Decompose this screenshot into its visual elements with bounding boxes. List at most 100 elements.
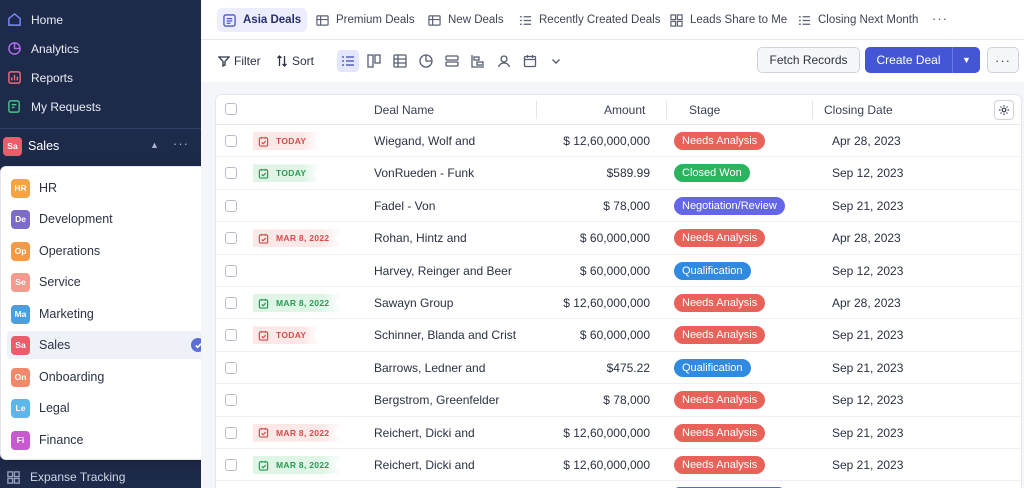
nav-analytics[interactable]: Analytics — [0, 34, 201, 63]
stage-badge[interactable]: Qualification — [674, 358, 751, 377]
chart-view-button[interactable] — [415, 50, 437, 72]
workspace-option-operations[interactable]: Op Operations — [7, 237, 213, 265]
caret-up-icon[interactable]: ▲ — [150, 140, 159, 150]
closing-date-cell: Sep 21, 2023 — [832, 198, 904, 213]
table-row[interactable]: Barrows, Ledner and $475.22 Qualification S… — [216, 352, 1021, 385]
tab-closing-next-month[interactable]: Closing Next Month — [792, 8, 924, 32]
stage-badge[interactable]: Needs Analysis — [674, 391, 766, 410]
stage-badge[interactable]: Needs Analysis — [674, 326, 766, 345]
list-view-button[interactable] — [337, 50, 359, 72]
tab-leads-share-to-me[interactable]: Leads Share to Me — [664, 8, 793, 32]
deal-name-cell[interactable]: VonRueden - Funk — [374, 166, 474, 180]
filter-button[interactable]: Filter — [218, 52, 261, 70]
create-deal-button[interactable]: Create Deal ▼ — [865, 47, 980, 73]
people-view-button[interactable] — [493, 50, 515, 72]
tab-asia-deals[interactable]: Asia Deals — [217, 8, 308, 32]
deal-name-cell[interactable]: Wiegand, Wolf and — [374, 134, 475, 148]
stage-badge[interactable]: Qualification — [674, 261, 751, 280]
row-checkbox[interactable] — [225, 394, 237, 407]
deal-name-cell[interactable]: Reichert, Dicki and — [374, 426, 475, 440]
table-row[interactable]: TODAY Wiegand, Wolf and $ 12,60,000,000 Nee… — [216, 125, 1021, 158]
workspace-option-sales[interactable]: Sa Sales — [7, 331, 213, 359]
calendar-check-icon — [258, 298, 269, 309]
workspace-switcher[interactable]: Sa Sales ▲ ··· — [0, 133, 201, 159]
table-view-button[interactable] — [389, 50, 411, 72]
deal-name-cell[interactable]: Fadel - Von — [374, 199, 435, 213]
stage-badge[interactable]: Needs Analysis — [674, 423, 766, 442]
deal-name-cell[interactable]: Sawayn Group — [374, 296, 453, 310]
calendar-view-button[interactable] — [519, 50, 541, 72]
stage-badge[interactable]: Needs Analysis — [674, 229, 766, 248]
workspace-option-development[interactable]: De Development — [7, 205, 213, 233]
nav-reports[interactable]: Reports — [0, 63, 201, 92]
deal-name-cell[interactable]: Harvey, Reinger and Beer — [374, 264, 512, 278]
workspace-option-label: Sales — [39, 338, 71, 352]
table-row[interactable]: TODAY VonRueden - Funk $589.99 Closed Won Se… — [216, 157, 1021, 190]
more-tabs-icon[interactable]: ··· — [932, 11, 948, 26]
nav-expanse-tracking[interactable]: Expanse Tracking — [0, 466, 201, 488]
row-checkbox[interactable] — [225, 361, 237, 374]
analytics-icon — [6, 40, 23, 57]
row-checkbox[interactable] — [225, 167, 237, 180]
deal-name-cell[interactable]: Bergstrom, Greenfelder — [374, 393, 499, 407]
workspace-option-service[interactable]: Se Service — [7, 268, 213, 296]
stage-badge[interactable]: Closed Won — [674, 164, 750, 183]
table-icon — [393, 54, 407, 68]
nav-reports-label: Reports — [31, 70, 74, 85]
workspace-option-finance[interactable]: Fi Finance — [7, 426, 213, 454]
workspace-option-hr[interactable]: HR HR — [7, 174, 213, 202]
row-checkbox[interactable] — [225, 426, 237, 439]
column-header-amount[interactable]: Amount — [604, 103, 645, 117]
kanban-view-button[interactable] — [363, 50, 385, 72]
deal-name-cell[interactable]: Barrows, Ledner and — [374, 361, 485, 375]
calendar-check-icon — [258, 168, 269, 179]
workspace-option-marketing[interactable]: Ma Marketing — [7, 300, 213, 328]
column-header-closing-date[interactable]: Closing Date — [824, 103, 893, 117]
workspace-option-legal[interactable]: Le Legal — [7, 394, 213, 422]
table-row[interactable]: MAR 8, 2022 Reichert, Dicki and $ 12,60,00… — [216, 417, 1021, 449]
row-checkbox[interactable] — [225, 135, 237, 147]
sidebar-divider — [0, 128, 201, 129]
more-views-button[interactable] — [545, 50, 567, 72]
deal-name-cell[interactable]: Reichert, Dicki and — [374, 458, 475, 472]
caret-down-icon[interactable]: ▼ — [953, 55, 980, 65]
table-row[interactable]: Bergstrom, Greenfelder $ 78,000 Needs Anal… — [216, 384, 1021, 417]
table-row[interactable]: MAR 8, 2022 Sawayn Group $ 12,60,000,000 Ne… — [216, 287, 1021, 320]
stage-badge[interactable]: Needs Analysis — [674, 132, 766, 150]
row-checkbox[interactable] — [225, 264, 237, 277]
deal-name-cell[interactable]: Schinner, Blanda and Crist — [374, 328, 516, 342]
workspace-option-onboarding[interactable]: On Onboarding — [7, 363, 213, 391]
column-settings-button[interactable] — [994, 100, 1014, 120]
deal-name-cell[interactable]: Rohan, Hintz and — [374, 231, 467, 245]
row-checkbox[interactable] — [225, 297, 237, 309]
row-checkbox[interactable] — [225, 459, 237, 471]
column-header-stage[interactable]: Stage — [689, 103, 720, 117]
tab-premium-deals[interactable]: Premium Deals — [310, 8, 421, 32]
table-row[interactable]: MAR 8, 2022 Reichert, Dicki and $ 12,60,00… — [216, 449, 1021, 482]
more-actions-button[interactable]: ··· — [987, 47, 1019, 73]
select-all-checkbox[interactable] — [225, 103, 237, 115]
nav-home[interactable]: Home — [0, 5, 201, 34]
row-checkbox[interactable] — [225, 199, 237, 212]
tab-recently-created-deals[interactable]: Recently Created Deals — [513, 8, 666, 32]
stage-badge[interactable]: Negotiation/Review — [674, 196, 785, 215]
sheet-view-button[interactable] — [441, 50, 463, 72]
table-row[interactable]: Harvey, Reinger and Beer $ 60,000,000 Qual… — [216, 255, 1021, 287]
row-checkbox[interactable] — [225, 232, 237, 245]
list-view-icon — [342, 56, 354, 66]
table-row[interactable]: Fadel - Von $ 78,000 Negotiation/Review Sep… — [216, 190, 1021, 223]
more-icon[interactable]: ··· — [173, 136, 189, 151]
column-header-deal-name[interactable]: Deal Name — [374, 103, 434, 117]
table-row[interactable]: MAR 8, 2022 Rohan, Hintz and $ 60,000,000 N… — [216, 222, 1021, 255]
table-row[interactable]: TODAY Schinner, Blanda and Crist $ 60,000,… — [216, 319, 1021, 352]
fetch-records-button[interactable]: Fetch Records — [757, 47, 860, 73]
fetch-records-label: Fetch Records — [769, 53, 848, 67]
stage-badge[interactable]: Needs Analysis — [674, 456, 766, 474]
tab-new-deals[interactable]: New Deals — [422, 8, 510, 32]
timeline-view-button[interactable] — [467, 50, 489, 72]
stage-badge[interactable]: Needs Analysis — [674, 294, 766, 312]
sort-button[interactable]: Sort — [276, 52, 314, 70]
nav-my-requests[interactable]: My Requests — [0, 92, 201, 121]
row-checkbox[interactable] — [225, 329, 237, 342]
closing-date-cell: Sep 21, 2023 — [832, 360, 904, 375]
